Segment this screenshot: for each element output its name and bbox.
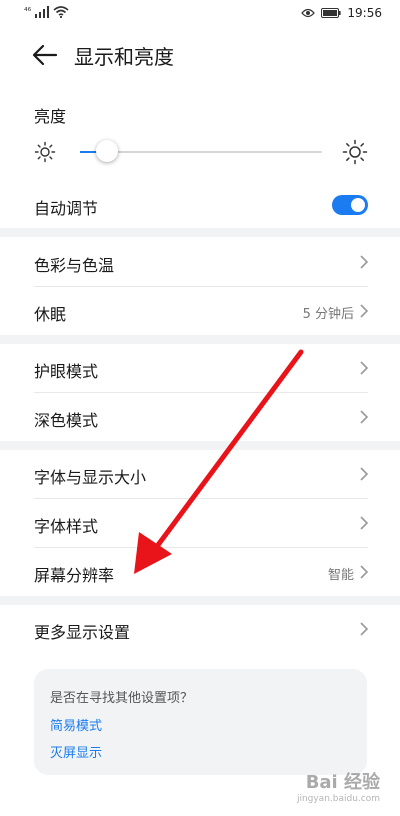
cell-signal-icon	[35, 6, 50, 18]
sun-large-icon	[342, 139, 368, 165]
brightness-slider-thumb[interactable]	[95, 140, 118, 162]
settings-row-eye-comfort[interactable]: 护眼模式	[0, 344, 400, 393]
section-gap	[0, 335, 400, 344]
header: 显示和亮度	[0, 28, 400, 80]
signal-type: ⁴⁶	[24, 7, 32, 17]
brightness-label: 亮度	[34, 107, 67, 126]
row-value: 5 分钟后	[302, 307, 354, 322]
page-title: 显示和亮度	[74, 45, 174, 69]
battery-icon	[321, 8, 342, 18]
settings-row-color-temperature[interactable]: 色彩与色温	[0, 238, 400, 287]
settings-row-more-display[interactable]: 更多显示设置	[0, 605, 400, 654]
section-gap	[0, 441, 400, 450]
row-label: 字体与显示大小	[34, 468, 147, 487]
clock: 19:56	[347, 6, 382, 20]
chevron-right-icon	[360, 410, 368, 424]
row-label: 休眠	[34, 305, 67, 324]
row-label: 屏幕分辨率	[34, 566, 115, 585]
chevron-right-icon	[360, 255, 368, 269]
section-gap	[0, 228, 400, 237]
watermark: Bai 经验 jingyan.baidu.com	[297, 768, 380, 804]
chevron-right-icon	[360, 565, 368, 579]
watermark-brand: Bai 经验	[305, 772, 380, 793]
sun-small-icon	[34, 141, 56, 163]
row-label: 更多显示设置	[34, 623, 131, 642]
settings-row-font-display-size[interactable]: 字体与显示大小	[0, 450, 400, 499]
settings-row-font-style[interactable]: 字体样式	[0, 499, 400, 548]
suggestion-link-simple-mode[interactable]: 简易模式	[50, 715, 102, 734]
wifi-icon	[53, 6, 69, 18]
settings-row-dark-mode[interactable]: 深色模式	[0, 393, 400, 442]
back-arrow-icon[interactable]	[30, 40, 60, 70]
eye-icon	[301, 8, 316, 18]
row-label: 色彩与色温	[34, 256, 115, 275]
suggestions-card: 是否在寻找其他设置项？ 简易模式 灭屏显示	[34, 669, 367, 775]
status-bar: ⁴⁶ 19:56	[0, 0, 400, 28]
watermark-url: jingyan.baidu.com	[296, 794, 380, 804]
section-gap	[0, 596, 400, 605]
brightness-slider[interactable]	[80, 140, 322, 162]
row-value: 智能	[327, 568, 354, 583]
suggestion-link-always-on-display[interactable]: 灭屏显示	[50, 742, 102, 761]
settings-row-sleep[interactable]: 休眠 5 分钟后	[0, 287, 400, 336]
row-label: 护眼模式	[34, 362, 99, 381]
suggestions-question: 是否在寻找其他设置项？	[50, 691, 194, 706]
auto-adjust-toggle[interactable]	[332, 195, 368, 215]
brightness-slider-row	[0, 135, 400, 171]
chevron-right-icon	[360, 304, 368, 318]
chevron-right-icon	[360, 361, 368, 375]
auto-adjust-label: 自动调节	[34, 199, 99, 218]
settings-row-screen-resolution[interactable]: 屏幕分辨率 智能	[0, 548, 400, 597]
toggle-knob	[351, 198, 365, 212]
chevron-right-icon	[360, 516, 368, 530]
row-label: 深色模式	[34, 411, 99, 430]
row-label: 字体样式	[34, 517, 99, 536]
auto-adjust-row[interactable]: 自动调节	[0, 181, 400, 230]
chevron-right-icon	[360, 622, 368, 636]
chevron-right-icon	[360, 467, 368, 481]
